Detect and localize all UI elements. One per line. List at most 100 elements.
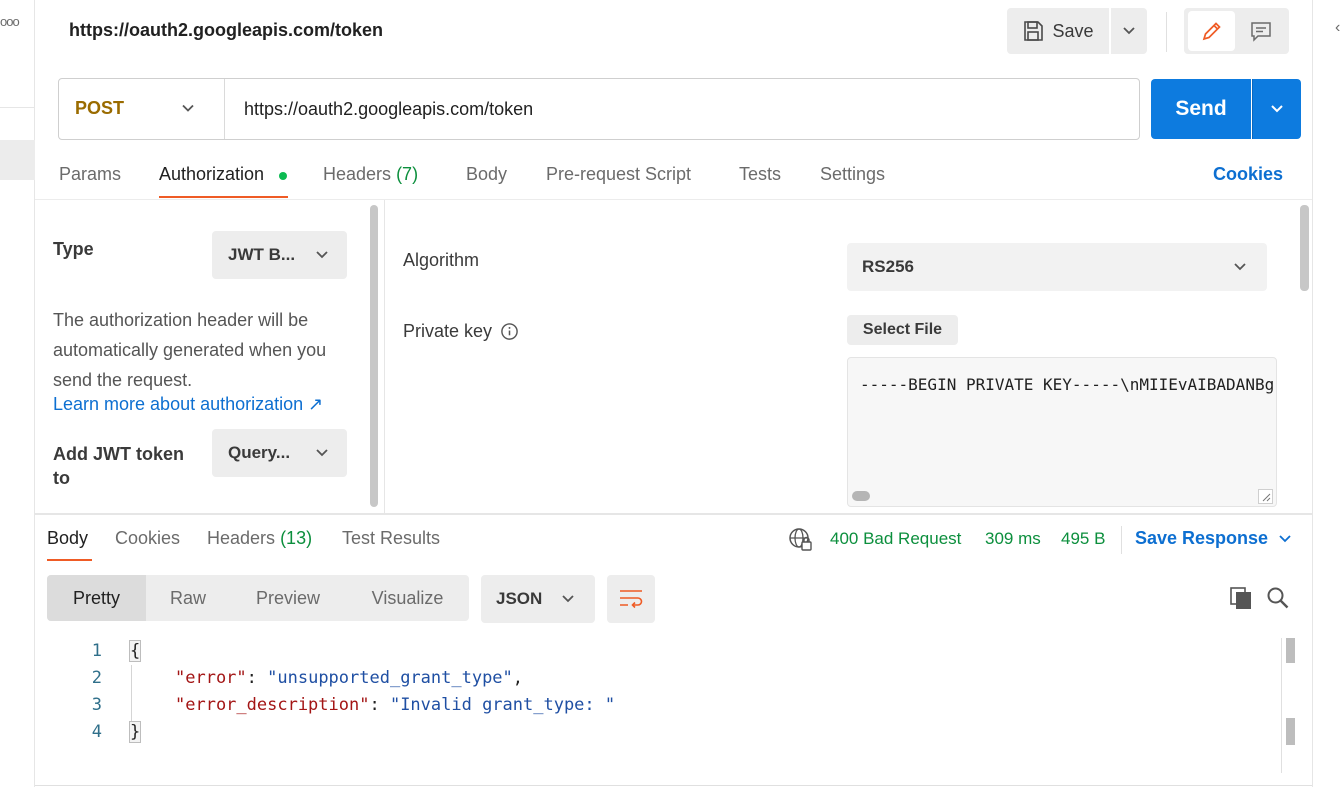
response-status[interactable]: 400 Bad Request — [830, 529, 961, 549]
view-preview[interactable]: Preview — [230, 575, 346, 621]
code-line[interactable]: } — [128, 721, 142, 743]
save-button[interactable]: Save — [1007, 8, 1109, 54]
textarea-horizontal-scrollbar[interactable] — [852, 491, 870, 501]
search-icon[interactable] — [1265, 585, 1291, 616]
line-number: 2 — [91, 668, 102, 688]
auth-type-label: Type — [53, 239, 94, 259]
private-key-label-text: Private key — [403, 321, 493, 341]
wrap-lines-button[interactable] — [607, 575, 655, 623]
tab-headers-label: Headers — [323, 164, 392, 184]
line-number: 3 — [91, 695, 102, 715]
tab-params[interactable]: Params — [59, 164, 121, 185]
chevron-down-icon — [1234, 263, 1246, 271]
bottom-border — [35, 785, 1312, 786]
tab-headers[interactable]: Headers (7) — [323, 164, 418, 185]
private-key-label: Private key — [403, 321, 519, 342]
open-brace: { — [128, 640, 142, 662]
chevron-down-icon — [1123, 27, 1135, 35]
tab-tests[interactable]: Tests — [739, 164, 781, 185]
algorithm-label: Algorithm — [403, 250, 480, 270]
auth-description: The authorization header will be automat… — [53, 310, 327, 390]
algorithm-dropdown[interactable]: RS256 — [847, 243, 1267, 291]
response-size[interactable]: 495 B — [1061, 529, 1105, 549]
send-dropdown-button[interactable] — [1252, 79, 1301, 139]
send-button[interactable]: Send — [1151, 79, 1251, 139]
add-token-to-label: Add JWT token to — [53, 444, 184, 488]
active-indicator-dot — [279, 172, 287, 180]
right-sidebar-strip — [1312, 0, 1342, 787]
response-tab-headers-label: Headers — [207, 528, 276, 548]
info-icon[interactable] — [500, 322, 519, 341]
tab-settings[interactable]: Settings — [820, 164, 885, 185]
tab-pre-request-script[interactable]: Pre-request Script — [546, 164, 691, 185]
chevron-down-icon — [316, 251, 328, 259]
status-separator — [1121, 526, 1122, 554]
add-token-to-dropdown[interactable]: Query... — [212, 429, 347, 477]
panel-divider[interactable] — [384, 200, 385, 513]
response-time[interactable]: 309 ms — [985, 529, 1041, 549]
pencil-icon — [1202, 22, 1221, 41]
code-line[interactable]: { — [128, 640, 142, 662]
response-tab-headers[interactable]: Headers (13) — [207, 528, 312, 549]
copy-icon[interactable] — [1228, 585, 1254, 616]
json-key: "error_description" — [175, 695, 370, 715]
url-input[interactable] — [232, 90, 1122, 128]
comment-icon — [1251, 22, 1271, 42]
chevron-down-icon — [562, 595, 574, 603]
header-divider — [1166, 12, 1167, 52]
globe-lock-icon[interactable] — [788, 527, 814, 558]
chevron-down-icon — [1271, 105, 1283, 113]
textarea-resize-handle[interactable] — [1258, 489, 1273, 504]
code-scrollbar-marker[interactable] — [1286, 638, 1295, 663]
code-line[interactable]: "error_description": "Invalid grant_type… — [175, 695, 615, 715]
tab-body[interactable]: Body — [466, 164, 507, 185]
code-scroll-track — [1281, 638, 1282, 773]
save-response-button[interactable]: Save Response — [1135, 528, 1292, 549]
active-tab-underline — [47, 559, 92, 561]
collapse-right-icon[interactable]: ‹ — [1335, 19, 1340, 37]
response-headers-count: (13) — [280, 528, 313, 548]
method-select[interactable]: POST — [75, 98, 124, 119]
view-raw[interactable]: Raw — [146, 575, 230, 621]
response-divider[interactable] — [35, 513, 1312, 515]
line-number: 4 — [91, 722, 102, 742]
active-tab-underline — [159, 196, 288, 198]
response-tab-test-results[interactable]: Test Results — [342, 528, 440, 549]
comments-button[interactable] — [1237, 11, 1285, 51]
sidebar-divider — [0, 107, 35, 108]
indent-guide — [131, 665, 132, 725]
language-dropdown[interactable]: JSON — [481, 575, 595, 623]
left-sidebar-strip — [0, 0, 35, 787]
learn-more-link[interactable]: Learn more about authorization ↗ — [53, 394, 323, 415]
response-tab-cookies[interactable]: Cookies — [115, 528, 180, 549]
save-response-label: Save Response — [1135, 528, 1269, 548]
json-string: "unsupported_grant_type" — [267, 668, 513, 688]
more-icon[interactable]: ooo — [0, 14, 20, 29]
view-pretty[interactable]: Pretty — [47, 575, 146, 621]
chevron-down-icon — [1279, 534, 1291, 542]
url-separator — [224, 79, 225, 139]
language-value: JSON — [496, 589, 543, 608]
view-visualize[interactable]: Visualize — [346, 575, 469, 621]
select-file-button[interactable]: Select File — [847, 315, 958, 345]
code-scrollbar-marker[interactable] — [1286, 718, 1295, 745]
tab-authorization[interactable]: Authorization — [159, 164, 264, 185]
save-label: Save — [1052, 20, 1094, 41]
response-tab-body[interactable]: Body — [47, 528, 88, 549]
floppy-disk-icon — [1024, 21, 1044, 41]
add-token-to-value: Query... — [228, 443, 291, 462]
save-dropdown-button[interactable] — [1111, 8, 1147, 54]
config-panel-scrollbar[interactable] — [1300, 205, 1309, 291]
edit-mode-button[interactable] — [1188, 11, 1235, 51]
sidebar-selected-item[interactable] — [0, 140, 35, 180]
request-title: https://oauth2.googleapis.com/token — [69, 20, 384, 40]
line-number: 1 — [91, 641, 102, 661]
cookies-link[interactable]: Cookies — [1213, 164, 1283, 185]
chevron-down-icon — [316, 449, 328, 457]
auth-type-dropdown[interactable]: JWT B... — [212, 231, 347, 279]
headers-count: (7) — [396, 164, 419, 184]
code-line[interactable]: "error": "unsupported_grant_type", — [175, 668, 523, 688]
chevron-down-icon[interactable] — [180, 100, 196, 121]
auth-panel-scrollbar[interactable] — [370, 205, 378, 507]
algorithm-value: RS256 — [862, 257, 914, 276]
